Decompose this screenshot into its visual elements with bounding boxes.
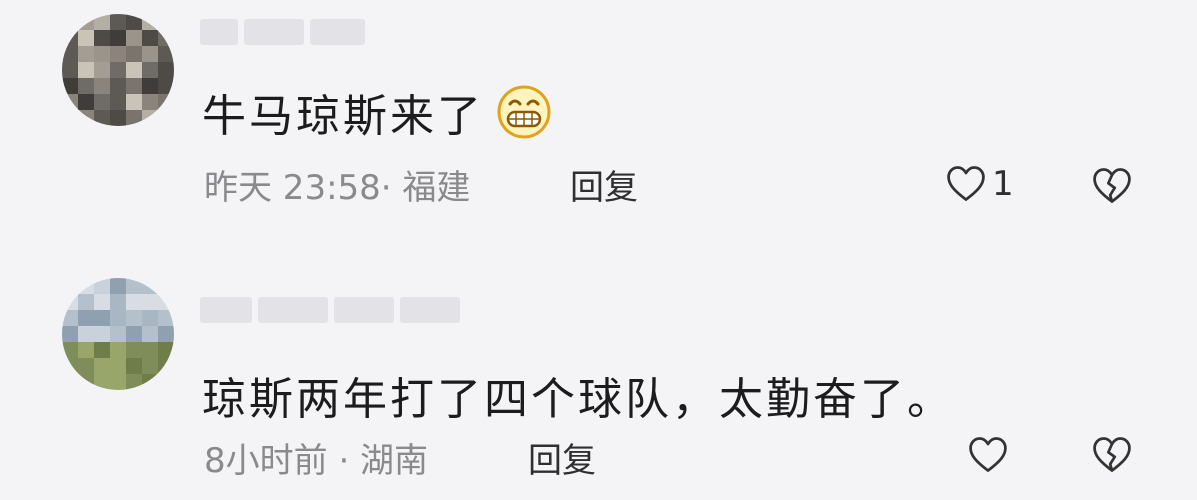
reply-button[interactable]: 回复 [528, 433, 596, 482]
like-count: 1 [992, 164, 1014, 204]
comment-meta: 昨天 23:58· 福建 [204, 168, 471, 208]
comment-item: 牛马琼斯来了 昨天 23:58· 福建 回复 1 [0, 0, 1197, 260]
heart-outline-icon [969, 437, 1007, 472]
broken-heart-icon [1093, 437, 1131, 472]
like-button[interactable] [966, 433, 1010, 477]
broken-heart-icon [1093, 168, 1131, 203]
comment-item: 琼斯两年打了四个球队，太勤奋了。 8小时前 · 湖南 回复 [0, 268, 1197, 500]
avatar[interactable] [62, 278, 174, 390]
comment-text: 琼斯两年打了四个球队，太勤奋了。 [202, 363, 954, 427]
dislike-button[interactable] [1090, 433, 1134, 481]
comment-meta: 8小时前 · 湖南 [204, 441, 429, 481]
heart-outline-icon [947, 166, 985, 201]
comment-text: 牛马琼斯来了 [202, 80, 552, 144]
username-blurred[interactable] [200, 12, 365, 52]
like-button[interactable]: 1 [944, 162, 1014, 206]
dislike-button[interactable] [1090, 164, 1134, 212]
grinning-face-emoji-icon [497, 85, 551, 139]
avatar[interactable] [62, 14, 174, 126]
username-blurred[interactable] [200, 290, 460, 330]
comment-text-content: 琼斯两年打了四个球队，太勤奋了。 [202, 374, 954, 425]
comment-text-content: 牛马琼斯来了 [202, 91, 484, 142]
reply-button[interactable]: 回复 [570, 160, 638, 209]
